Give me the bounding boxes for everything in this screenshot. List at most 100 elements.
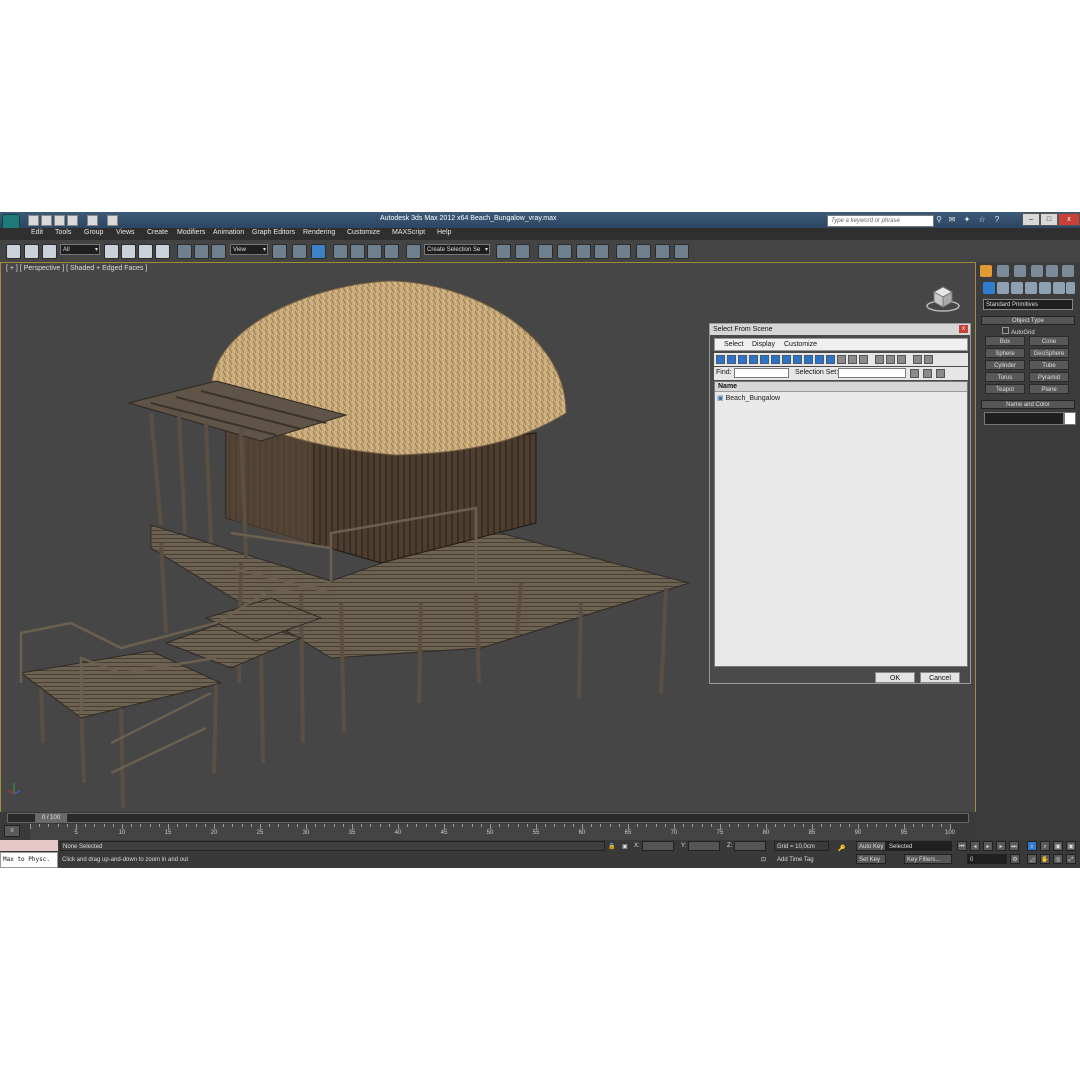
menu-graph-editors[interactable]: Graph Editors xyxy=(252,229,295,236)
time-slider[interactable]: 0 / 100 xyxy=(7,813,969,823)
create-tab-icon[interactable] xyxy=(980,265,992,277)
dialog-menu-display[interactable]: Display xyxy=(752,341,775,348)
zoom-extents-all-icon[interactable]: ▣ xyxy=(1066,841,1076,851)
maxscript-listener-output[interactable] xyxy=(0,840,58,851)
geosphere-button[interactable]: GeoSphere xyxy=(1029,348,1069,358)
menu-maxscript[interactable]: MAXScript xyxy=(392,229,425,236)
helpers-icon[interactable] xyxy=(1039,282,1051,294)
find-input[interactable] xyxy=(734,368,789,378)
absolute-mode-icon[interactable]: ▣ xyxy=(622,843,628,850)
cone-button[interactable]: Cone xyxy=(1029,336,1069,346)
menu-create[interactable]: Create xyxy=(147,229,168,236)
torus-button[interactable]: Torus xyxy=(985,372,1025,382)
selection-filter-dropdown[interactable]: All xyxy=(60,244,100,256)
go-to-start-icon[interactable]: ⏮ xyxy=(957,841,967,851)
selection-set-dropdown[interactable] xyxy=(838,368,906,378)
z-coordinate-field[interactable] xyxy=(734,841,766,851)
geometry-icon[interactable] xyxy=(983,282,995,294)
set-key-button[interactable]: Set Key xyxy=(856,854,886,864)
menu-group[interactable]: Group xyxy=(84,229,103,236)
open-file-icon[interactable] xyxy=(41,215,52,226)
project-folder-icon[interactable] xyxy=(107,215,118,226)
edit-named-selection-icon[interactable] xyxy=(406,244,421,259)
subscription-icon[interactable]: ✉ xyxy=(947,215,957,225)
open-mini-curve-editor-icon[interactable]: ≡ xyxy=(4,825,20,837)
shapes-icon[interactable] xyxy=(997,282,1009,294)
display-none-icon[interactable] xyxy=(859,355,868,364)
auto-key-button[interactable]: Auto Key xyxy=(856,841,886,851)
select-by-name-icon[interactable] xyxy=(121,244,136,259)
autogrid-checkbox[interactable]: AutoGrid xyxy=(1002,327,1035,336)
scale-icon[interactable] xyxy=(211,244,226,259)
maximize-viewport-icon[interactable]: ⤢ xyxy=(1066,854,1076,864)
unlink-icon[interactable] xyxy=(24,244,39,259)
graphite-ribbon-icon[interactable] xyxy=(557,244,572,259)
search-input[interactable]: Type a keyword or phrase xyxy=(827,215,934,227)
pivot-center-icon[interactable] xyxy=(272,244,287,259)
display-containers-icon[interactable] xyxy=(815,355,824,364)
space-warps-icon[interactable] xyxy=(1053,282,1065,294)
lights-icon[interactable] xyxy=(1011,282,1023,294)
display-frozen-icon[interactable] xyxy=(826,355,835,364)
dialog-close-button[interactable]: x xyxy=(959,325,968,333)
keyboard-shortcut-override-icon[interactable] xyxy=(311,244,326,259)
modify-tab-icon[interactable] xyxy=(997,265,1009,277)
menu-help[interactable]: Help xyxy=(437,229,451,236)
ok-button[interactable]: OK xyxy=(875,672,915,683)
object-name-input[interactable] xyxy=(984,412,1064,425)
field-of-view-icon[interactable]: ◿ xyxy=(1027,854,1037,864)
column-name[interactable]: Name xyxy=(715,382,967,392)
schematic-view-icon[interactable] xyxy=(594,244,609,259)
play-icon[interactable]: ▸ xyxy=(983,841,993,851)
reference-coordinate-dropdown[interactable]: View xyxy=(230,244,268,256)
selection-set-icon[interactable] xyxy=(910,369,919,378)
save-file-icon[interactable] xyxy=(54,215,65,226)
dialog-menu-select[interactable]: Select xyxy=(724,341,743,348)
favorites-icon[interactable]: ☆ xyxy=(977,215,987,225)
next-frame-icon[interactable]: ▸ xyxy=(996,841,1006,851)
display-cameras-icon[interactable] xyxy=(749,355,758,364)
spinner-snap-icon[interactable] xyxy=(384,244,399,259)
display-bones-icon[interactable] xyxy=(804,355,813,364)
select-manipulate-icon[interactable] xyxy=(292,244,307,259)
set-key-mode-icon[interactable]: 🔑 xyxy=(838,845,845,852)
previous-frame-icon[interactable]: ◂ xyxy=(970,841,980,851)
communication-icon[interactable]: ✦ xyxy=(962,215,972,225)
time-slider-thumb[interactable]: 0 / 100 xyxy=(35,814,67,822)
material-editor-icon[interactable] xyxy=(616,244,631,259)
menu-rendering[interactable]: Rendering xyxy=(303,229,335,236)
hierarchy-tab-icon[interactable] xyxy=(1014,265,1026,277)
curve-editor-icon[interactable] xyxy=(576,244,591,259)
move-icon[interactable] xyxy=(177,244,192,259)
select-link-icon[interactable] xyxy=(6,244,21,259)
close-icon[interactable]: x xyxy=(1058,213,1080,226)
render-production-icon[interactable] xyxy=(674,244,689,259)
plane-button[interactable]: Plane xyxy=(1029,384,1069,394)
align-icon[interactable] xyxy=(515,244,530,259)
orbit-icon[interactable]: ◎ xyxy=(1053,854,1063,864)
add-to-set-icon[interactable] xyxy=(923,369,932,378)
cameras-icon[interactable] xyxy=(1025,282,1037,294)
cancel-button[interactable]: Cancel xyxy=(920,672,960,683)
menu-customize[interactable]: Customize xyxy=(347,229,380,236)
list-item[interactable]: ▣ Beach_Bungalow xyxy=(717,394,780,402)
y-coordinate-field[interactable] xyxy=(688,841,720,851)
motion-tab-icon[interactable] xyxy=(1031,265,1043,277)
menu-tools[interactable]: Tools xyxy=(55,229,71,236)
systems-icon[interactable] xyxy=(1066,282,1075,294)
redo-icon[interactable] xyxy=(87,215,98,226)
pyramid-button[interactable]: Pyramid xyxy=(1029,372,1069,382)
named-selection-dropdown[interactable]: Create Selection Se xyxy=(424,244,490,256)
window-crossing-icon[interactable] xyxy=(155,244,170,259)
zoom-icon[interactable]: ⌕ xyxy=(1027,841,1037,851)
rectangular-selection-icon[interactable] xyxy=(138,244,153,259)
add-time-tag[interactable]: Add Time Tag xyxy=(777,857,814,863)
rendered-frame-window-icon[interactable] xyxy=(655,244,670,259)
display-all-icon[interactable] xyxy=(848,355,857,364)
filter-icon[interactable] xyxy=(924,355,933,364)
display-lights-icon[interactable] xyxy=(738,355,747,364)
object-type-rollout[interactable]: Object Type xyxy=(981,316,1075,325)
help-icon[interactable]: ? xyxy=(992,215,1002,225)
menu-views[interactable]: Views xyxy=(116,229,135,236)
lock-selection-icon[interactable]: 🔒 xyxy=(608,843,615,850)
